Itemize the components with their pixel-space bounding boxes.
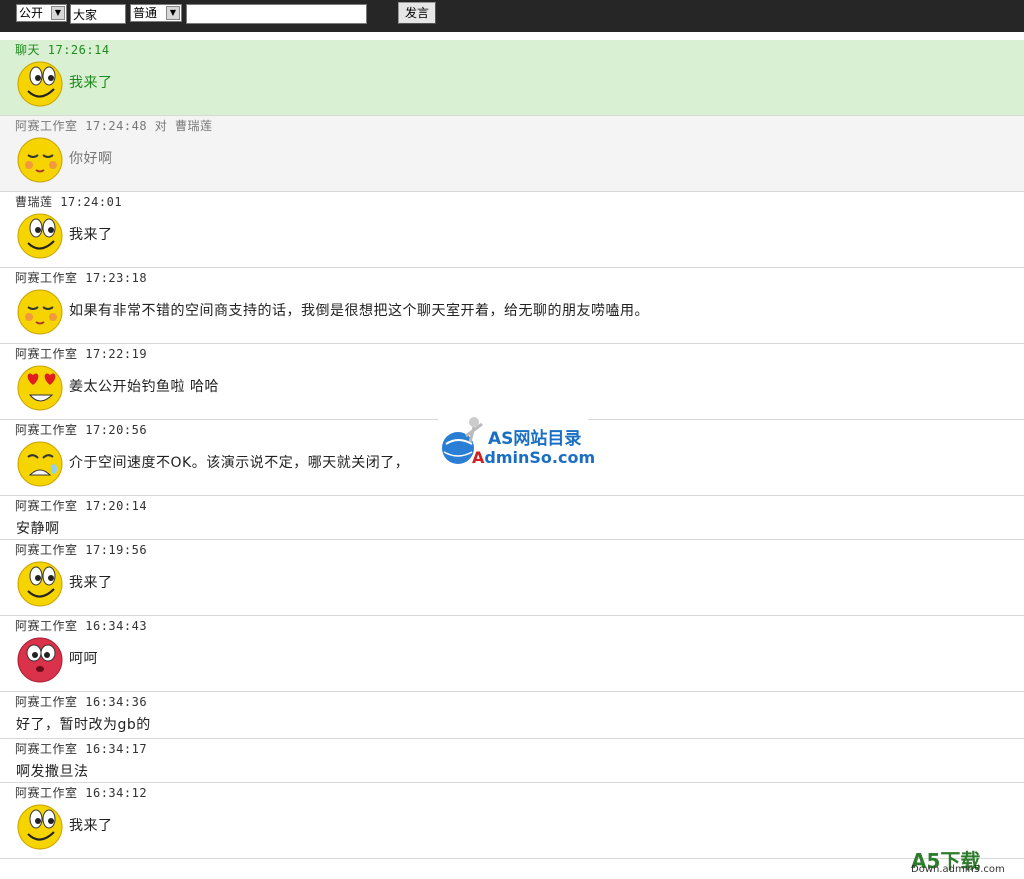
message-row: 阿赛工作室 16:34:17 啊发撒旦法 xyxy=(0,739,1024,783)
message-time: 17:24:48 xyxy=(85,119,148,133)
shy-face-icon xyxy=(17,137,63,183)
watermark-title: AS网站目录 xyxy=(488,429,582,449)
message-text: 我来了 xyxy=(69,575,113,591)
message-row: 阿赛工作室 17:23:18 如果有非常不错的空间商支持的话，我倒是很想把这个聊… xyxy=(0,268,1024,344)
message-time: 16:34:43 xyxy=(85,619,148,633)
message-time: 16:34:12 xyxy=(85,786,148,800)
smile-face-icon xyxy=(17,804,63,850)
message-meta: 阿赛工作室 17:23:18 xyxy=(15,269,147,286)
message-meta: 阿赛工作室 17:19:56 xyxy=(15,541,147,558)
visibility-select[interactable]: 公开 ▼ xyxy=(16,4,67,22)
message-row: 阿赛工作室 16:34:12 我来了 xyxy=(0,783,1024,859)
sender-name[interactable]: 阿赛工作室 xyxy=(15,499,78,513)
message-row: 曹瑞莲 17:24:01 我来了 xyxy=(0,192,1024,268)
chat-toolbar: 公开 ▼ 普通 ▼ 发言 xyxy=(0,0,1024,32)
message-meta: 阿赛工作室 16:34:36 xyxy=(15,693,147,710)
message-text: 啊发撒旦法 xyxy=(16,764,89,780)
message-meta: 阿赛工作室 17:20:14 xyxy=(15,497,147,514)
message-time: 16:34:36 xyxy=(85,695,148,709)
message-text: 你好啊 xyxy=(69,151,113,167)
message-row: 阿赛工作室 16:34:43 呵呵 xyxy=(0,616,1024,692)
mode-select[interactable]: 普通 ▼ xyxy=(130,4,182,22)
chevron-down-icon: ▼ xyxy=(51,6,65,20)
message-meta: 阿赛工作室 17:20:56 xyxy=(15,421,147,438)
message-text: 我来了 xyxy=(69,227,113,243)
sender-name[interactable]: 阿赛工作室 xyxy=(15,742,78,756)
sender-name[interactable]: 阿赛工作室 xyxy=(15,119,78,133)
message-meta: 曹瑞莲 17:24:01 xyxy=(15,193,122,210)
red-surprised-face-icon xyxy=(17,637,63,683)
watermark-url-rest: dminSo.com xyxy=(484,448,596,467)
sender-name[interactable]: 阿赛工作室 xyxy=(15,619,78,633)
message-text: 安静啊 xyxy=(16,521,60,537)
message-meta: 聊天 17:26:14 xyxy=(15,41,110,58)
message-time: 17:23:18 xyxy=(85,271,148,285)
sender-name[interactable]: 阿赛工作室 xyxy=(15,695,78,709)
visibility-select-value: 公开 xyxy=(19,6,44,20)
smile-face-icon xyxy=(17,213,63,259)
message-text: 我来了 xyxy=(69,75,113,91)
message-row: 阿赛工作室 17:22:19 姜太公开始钓鱼啦 哈哈 xyxy=(0,344,1024,420)
message-meta: 阿赛工作室 16:34:43 xyxy=(15,617,147,634)
message-time: 17:19:56 xyxy=(85,543,148,557)
message-text: 姜太公开始钓鱼啦 哈哈 xyxy=(69,379,219,395)
chevron-down-icon: ▼ xyxy=(166,6,180,20)
sender-name[interactable]: 阿赛工作室 xyxy=(15,423,78,437)
message-time: 17:24:01 xyxy=(60,195,123,209)
message-meta: 阿赛工作室 16:34:12 xyxy=(15,784,147,801)
message-time: 17:22:19 xyxy=(85,347,148,361)
message-row: 阿赛工作室 16:34:36 好了，暂时改为gb的 xyxy=(0,692,1024,739)
message-text: 呵呵 xyxy=(69,651,98,667)
crying-face-icon xyxy=(17,441,63,487)
heart-eyes-face-icon xyxy=(17,365,63,411)
message-meta: 阿赛工作室 17:24:48 对 曹瑞莲 xyxy=(15,117,213,134)
mode-select-value: 普通 xyxy=(133,6,158,20)
message-time: 17:20:14 xyxy=(85,499,148,513)
message-row: 阿赛工作室 17:19:56 我来了 xyxy=(0,540,1024,616)
message-row: 阿赛工作室 17:20:14 安静啊 xyxy=(0,496,1024,540)
message-text: 好了，暂时改为gb的 xyxy=(16,717,151,733)
watermark-url-prefix: A xyxy=(472,448,485,467)
message-row: 阿赛工作室 17:24:48 对 曹瑞莲 你好啊 xyxy=(0,116,1024,192)
site-watermark: AS网站目录 AdminSo.com xyxy=(438,410,595,470)
target-user-input[interactable] xyxy=(70,4,126,24)
sender-name[interactable]: 聊天 xyxy=(15,43,40,57)
sender-name[interactable]: 阿赛工作室 xyxy=(15,786,78,800)
message-row: 聊天 17:26:14 我来了 xyxy=(0,40,1024,116)
smile-face-icon xyxy=(17,61,63,107)
message-time: 16:34:17 xyxy=(85,742,148,756)
sender-name[interactable]: 曹瑞莲 xyxy=(15,195,53,209)
smile-face-icon xyxy=(17,561,63,607)
message-text: 如果有非常不错的空间商支持的话，我倒是很想把这个聊天室开着，给无聊的朋友唠嗑用。 xyxy=(69,303,649,319)
a5-download-url: Down.admin5.com xyxy=(911,864,1005,875)
sender-name[interactable]: 阿赛工作室 xyxy=(15,271,78,285)
message-input[interactable] xyxy=(186,4,367,24)
shy-face-icon xyxy=(17,289,63,335)
sender-name[interactable]: 阿赛工作室 xyxy=(15,347,78,361)
message-time: 17:26:14 xyxy=(47,43,110,57)
message-meta: 阿赛工作室 16:34:17 xyxy=(15,740,147,757)
message-text: 我来了 xyxy=(69,818,113,834)
watermark-url: AdminSo.com xyxy=(472,448,595,467)
message-time: 17:20:56 xyxy=(85,423,148,437)
sender-name[interactable]: 阿赛工作室 xyxy=(15,543,78,557)
message-meta: 阿赛工作室 17:22:19 xyxy=(15,345,147,362)
recipient-name[interactable]: 曹瑞莲 xyxy=(175,119,213,133)
to-word: 对 xyxy=(154,119,168,133)
send-button[interactable]: 发言 xyxy=(398,2,436,24)
message-text: 介于空间速度不OK。该演示说不定，哪天就关闭了， xyxy=(69,455,410,471)
